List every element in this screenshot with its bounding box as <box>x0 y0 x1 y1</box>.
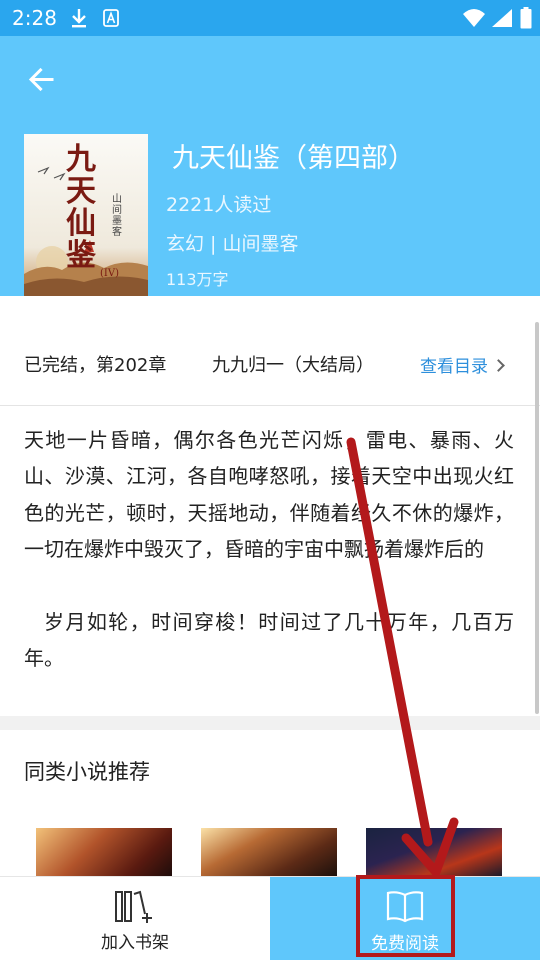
status-time: 2:28 <box>12 6 57 30</box>
book-title: 九天仙鉴（第四部） <box>172 143 415 174</box>
word-count: 113万字 <box>166 270 229 289</box>
battery-icon <box>520 7 532 29</box>
chapter-status: 已完结，第202章 <box>24 355 167 376</box>
free-read-button[interactable]: 免费阅读 <box>270 877 540 960</box>
read-count: 2221人读过 <box>166 194 272 216</box>
signal-icon <box>492 9 512 27</box>
book-header: 九天仙鉴 山间墨客 (IV) 九天仙鉴（第四部） 2221人读过 玄幻 | 山间… <box>0 36 540 296</box>
download-icon <box>72 9 86 28</box>
synopsis: 天地一片昏暗，偶尔各色光芒闪烁，雷电、暴雨、火山、沙漠、江河，各自咆哮怒吼，接着… <box>24 422 514 676</box>
arrow-left-icon <box>28 67 54 92</box>
view-toc-link[interactable]: 查看目录 <box>420 352 505 377</box>
open-book-icon <box>386 891 424 923</box>
chapter-name: 九九归一（大结局） <box>212 355 374 376</box>
latest-chapter-row[interactable]: 已完结，第202章 九九归一（大结局） 查看目录 <box>0 322 540 406</box>
cover-title: 九天仙鉴 <box>66 142 96 273</box>
wifi-icon <box>463 9 485 27</box>
recommend-book-cover[interactable] <box>36 828 172 876</box>
back-button[interactable] <box>20 58 64 102</box>
synopsis-paragraph: 岁月如轮，时间穿梭！时间过了几十万年，几百万年。 <box>24 609 514 671</box>
scrollbar[interactable] <box>535 322 539 714</box>
book-cover[interactable]: 九天仙鉴 山间墨客 (IV) <box>24 134 148 296</box>
cover-author: 山间墨客 <box>112 194 122 238</box>
genre-author: 玄幻 | 山间墨客 <box>166 233 299 255</box>
bottom-action-bar: 加入书架 免费阅读 <box>0 876 540 960</box>
cover-volume: (IV) <box>100 268 119 279</box>
chevron-right-icon <box>492 359 505 372</box>
recommend-title: 同类小说推荐 <box>24 760 150 784</box>
a-icon <box>103 9 119 27</box>
toc-label: 查看目录 <box>420 357 488 377</box>
recommend-book-cover[interactable] <box>366 828 502 876</box>
bookshelf-add-icon <box>115 890 152 923</box>
free-read-label: 免费阅读 <box>371 934 439 954</box>
add-to-shelf-button[interactable]: 加入书架 <box>0 877 270 960</box>
section-divider <box>0 716 540 730</box>
recommend-book-cover[interactable] <box>201 828 337 876</box>
add-to-shelf-label: 加入书架 <box>101 933 169 953</box>
status-bar: 2:28 <box>0 0 540 36</box>
synopsis-paragraph: 天地一片昏暗，偶尔各色光芒闪烁，雷电、暴雨、火山、沙漠、江河，各自咆哮怒吼，接着… <box>24 428 514 562</box>
